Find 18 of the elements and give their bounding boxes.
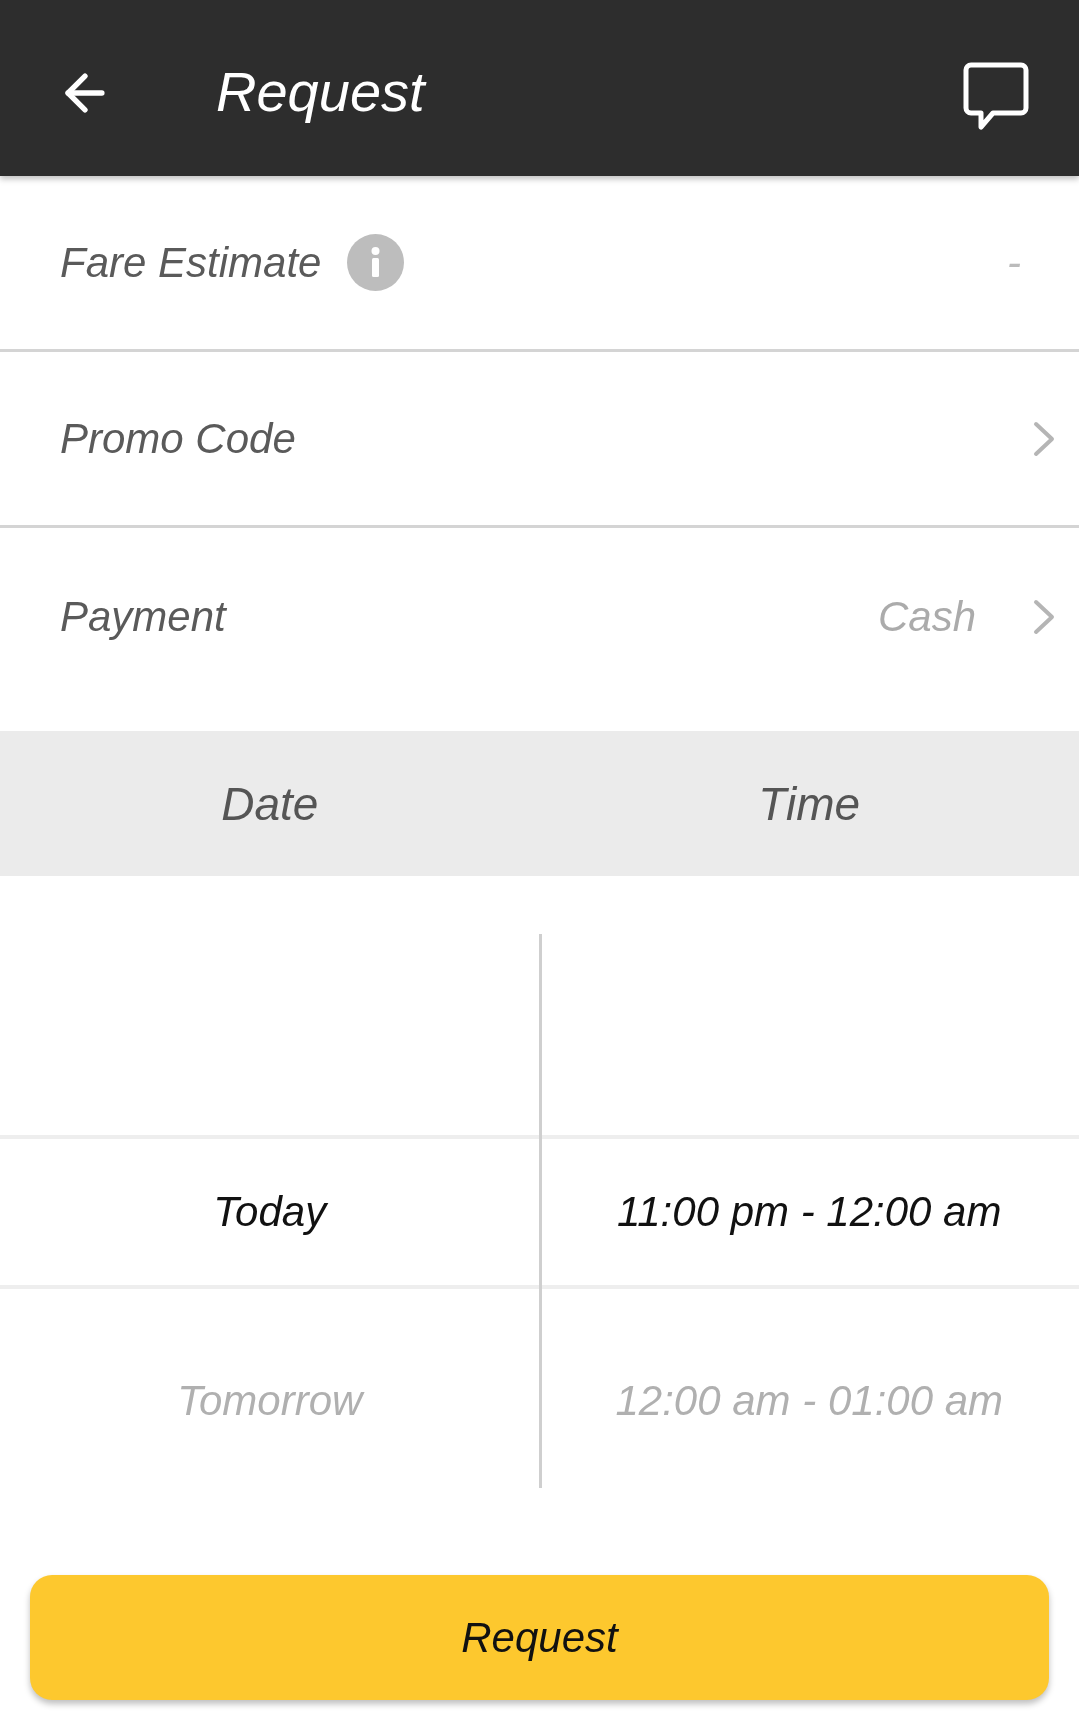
picker-option: Tomorrow <box>177 1380 363 1422</box>
settings-row[interactable]: Promo Code <box>0 352 1079 528</box>
picker-option: 11:00 pm - 12:00 am <box>617 1191 1002 1233</box>
row-label: Payment <box>60 595 226 638</box>
row-label: Promo Code <box>60 417 296 460</box>
chat-bubble-icon[interactable] <box>963 61 1029 133</box>
column-heading: Time <box>758 780 861 827</box>
request-button[interactable]: Request <box>30 1575 1049 1700</box>
chevron-right-icon <box>1032 420 1056 457</box>
row-value: - <box>1007 241 1021 284</box>
settings-row[interactable]: Payment Cash <box>0 528 1079 731</box>
column-heading: Date <box>221 780 319 827</box>
picker-option: 12:00 am - 01:00 am <box>615 1380 1004 1422</box>
row-value: Cash <box>877 595 976 638</box>
row-label: Fare Estimate <box>60 241 322 284</box>
chevron-right-icon <box>1032 598 1056 635</box>
picker-option: Today <box>213 1191 327 1233</box>
selected-picker-row[interactable]: Today 11:00 pm - 12:00 am <box>0 1135 1079 1289</box>
